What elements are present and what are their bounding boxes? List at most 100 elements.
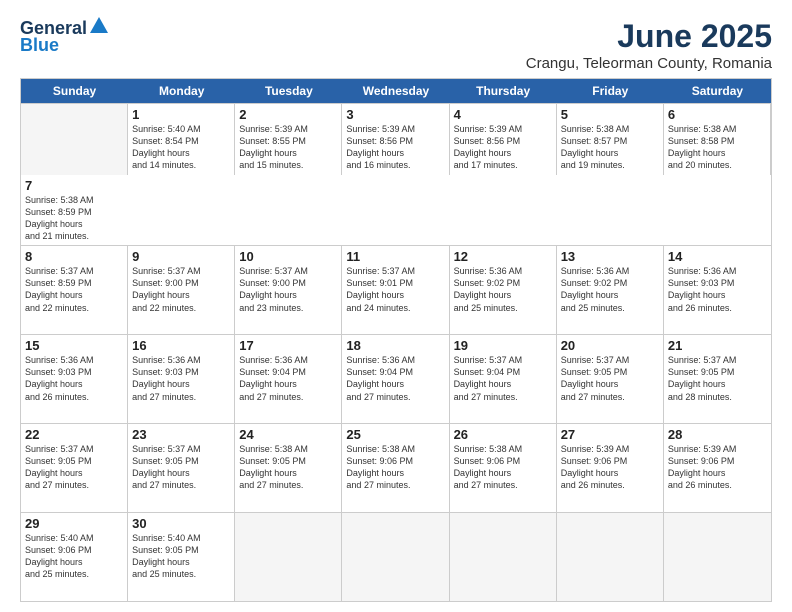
- day-number: 13: [561, 249, 659, 264]
- calendar-cell: 30 Sunrise: 5:40 AM Sunset: 9:05 PM Dayl…: [128, 513, 235, 601]
- calendar-cell: 21 Sunrise: 5:37 AM Sunset: 9:05 PM Dayl…: [664, 335, 771, 423]
- calendar-page: General Blue June 2025 Crangu, Teleorman…: [0, 0, 792, 612]
- calendar-cell: 11 Sunrise: 5:37 AM Sunset: 9:01 PM Dayl…: [342, 246, 449, 334]
- day-info: Sunrise: 5:40 AM Sunset: 8:54 PM Dayligh…: [132, 123, 230, 172]
- logo: General Blue: [20, 18, 110, 56]
- day-info: Sunrise: 5:37 AM Sunset: 9:01 PM Dayligh…: [346, 265, 444, 314]
- day-info: Sunrise: 5:39 AM Sunset: 9:06 PM Dayligh…: [668, 443, 767, 492]
- day-info: Sunrise: 5:40 AM Sunset: 9:06 PM Dayligh…: [25, 532, 123, 581]
- day-number: 22: [25, 427, 123, 442]
- col-monday: Monday: [128, 79, 235, 103]
- day-number: 1: [132, 107, 230, 122]
- day-number: 17: [239, 338, 337, 353]
- day-info: Sunrise: 5:38 AM Sunset: 9:05 PM Dayligh…: [239, 443, 337, 492]
- day-info: Sunrise: 5:36 AM Sunset: 9:02 PM Dayligh…: [561, 265, 659, 314]
- col-friday: Friday: [557, 79, 664, 103]
- day-number: 2: [239, 107, 337, 122]
- calendar-cell: [342, 513, 449, 601]
- calendar-cell: [450, 513, 557, 601]
- day-info: Sunrise: 5:38 AM Sunset: 8:58 PM Dayligh…: [668, 123, 766, 172]
- day-number: 14: [668, 249, 767, 264]
- day-number: 24: [239, 427, 337, 442]
- calendar-cell: 22 Sunrise: 5:37 AM Sunset: 9:05 PM Dayl…: [21, 424, 128, 512]
- day-info: Sunrise: 5:37 AM Sunset: 9:05 PM Dayligh…: [668, 354, 767, 403]
- calendar-row: 1 Sunrise: 5:40 AM Sunset: 8:54 PM Dayli…: [21, 103, 771, 245]
- day-info: Sunrise: 5:37 AM Sunset: 9:00 PM Dayligh…: [239, 265, 337, 314]
- calendar-cell: 27 Sunrise: 5:39 AM Sunset: 9:06 PM Dayl…: [557, 424, 664, 512]
- day-info: Sunrise: 5:40 AM Sunset: 9:05 PM Dayligh…: [132, 532, 230, 581]
- calendar-cell: [557, 513, 664, 601]
- day-number: 4: [454, 107, 552, 122]
- col-thursday: Thursday: [450, 79, 557, 103]
- calendar-cell: 18 Sunrise: 5:36 AM Sunset: 9:04 PM Dayl…: [342, 335, 449, 423]
- calendar-cell: 24 Sunrise: 5:38 AM Sunset: 9:05 PM Dayl…: [235, 424, 342, 512]
- day-info: Sunrise: 5:36 AM Sunset: 9:03 PM Dayligh…: [25, 354, 123, 403]
- logo-blue: Blue: [20, 35, 59, 56]
- day-number: 25: [346, 427, 444, 442]
- day-info: Sunrise: 5:36 AM Sunset: 9:04 PM Dayligh…: [239, 354, 337, 403]
- day-number: 27: [561, 427, 659, 442]
- day-info: Sunrise: 5:37 AM Sunset: 9:00 PM Dayligh…: [132, 265, 230, 314]
- logo-block: General Blue: [20, 18, 110, 56]
- day-info: Sunrise: 5:39 AM Sunset: 8:56 PM Dayligh…: [454, 123, 552, 172]
- logo-arrow-icon: [88, 15, 110, 37]
- day-number: 26: [454, 427, 552, 442]
- calendar-cell: 28 Sunrise: 5:39 AM Sunset: 9:06 PM Dayl…: [664, 424, 771, 512]
- col-saturday: Saturday: [664, 79, 771, 103]
- day-info: Sunrise: 5:37 AM Sunset: 9:05 PM Dayligh…: [561, 354, 659, 403]
- calendar-cell: [235, 513, 342, 601]
- day-number: 5: [561, 107, 659, 122]
- calendar-cell: 10 Sunrise: 5:37 AM Sunset: 9:00 PM Dayl…: [235, 246, 342, 334]
- calendar-cell: 20 Sunrise: 5:37 AM Sunset: 9:05 PM Dayl…: [557, 335, 664, 423]
- calendar-cell: [21, 104, 128, 175]
- day-info: Sunrise: 5:36 AM Sunset: 9:03 PM Dayligh…: [132, 354, 230, 403]
- calendar: Sunday Monday Tuesday Wednesday Thursday…: [20, 78, 772, 602]
- day-number: 28: [668, 427, 767, 442]
- col-tuesday: Tuesday: [235, 79, 342, 103]
- day-info: Sunrise: 5:38 AM Sunset: 8:59 PM Dayligh…: [25, 194, 124, 243]
- day-info: Sunrise: 5:37 AM Sunset: 8:59 PM Dayligh…: [25, 265, 123, 314]
- calendar-cell: 1 Sunrise: 5:40 AM Sunset: 8:54 PM Dayli…: [128, 104, 235, 175]
- page-title: June 2025: [526, 18, 772, 55]
- day-number: 15: [25, 338, 123, 353]
- calendar-cell: 19 Sunrise: 5:37 AM Sunset: 9:04 PM Dayl…: [450, 335, 557, 423]
- calendar-cell: 2 Sunrise: 5:39 AM Sunset: 8:55 PM Dayli…: [235, 104, 342, 175]
- day-number: 10: [239, 249, 337, 264]
- col-sunday: Sunday: [21, 79, 128, 103]
- day-number: 29: [25, 516, 123, 531]
- calendar-cell: 5 Sunrise: 5:38 AM Sunset: 8:57 PM Dayli…: [557, 104, 664, 175]
- page-header: General Blue June 2025 Crangu, Teleorman…: [20, 18, 772, 72]
- calendar-cell: 12 Sunrise: 5:36 AM Sunset: 9:02 PM Dayl…: [450, 246, 557, 334]
- calendar-cell: 8 Sunrise: 5:37 AM Sunset: 8:59 PM Dayli…: [21, 246, 128, 334]
- day-info: Sunrise: 5:39 AM Sunset: 8:56 PM Dayligh…: [346, 123, 444, 172]
- calendar-cell: 17 Sunrise: 5:36 AM Sunset: 9:04 PM Dayl…: [235, 335, 342, 423]
- day-info: Sunrise: 5:37 AM Sunset: 9:05 PM Dayligh…: [132, 443, 230, 492]
- day-info: Sunrise: 5:36 AM Sunset: 9:02 PM Dayligh…: [454, 265, 552, 314]
- page-subtitle: Crangu, Teleorman County, Romania: [526, 55, 772, 72]
- calendar-cell: 3 Sunrise: 5:39 AM Sunset: 8:56 PM Dayli…: [342, 104, 449, 175]
- day-info: Sunrise: 5:38 AM Sunset: 9:06 PM Dayligh…: [454, 443, 552, 492]
- calendar-cell: 15 Sunrise: 5:36 AM Sunset: 9:03 PM Dayl…: [21, 335, 128, 423]
- day-number: 30: [132, 516, 230, 531]
- col-wednesday: Wednesday: [342, 79, 449, 103]
- day-info: Sunrise: 5:36 AM Sunset: 9:04 PM Dayligh…: [346, 354, 444, 403]
- day-number: 12: [454, 249, 552, 264]
- day-info: Sunrise: 5:37 AM Sunset: 9:04 PM Dayligh…: [454, 354, 552, 403]
- calendar-cell: 16 Sunrise: 5:36 AM Sunset: 9:03 PM Dayl…: [128, 335, 235, 423]
- day-number: 7: [25, 178, 124, 193]
- day-number: 20: [561, 338, 659, 353]
- calendar-cell: 25 Sunrise: 5:38 AM Sunset: 9:06 PM Dayl…: [342, 424, 449, 512]
- calendar-header: Sunday Monday Tuesday Wednesday Thursday…: [21, 79, 771, 103]
- calendar-body: 1 Sunrise: 5:40 AM Sunset: 8:54 PM Dayli…: [21, 103, 771, 601]
- day-info: Sunrise: 5:39 AM Sunset: 9:06 PM Dayligh…: [561, 443, 659, 492]
- day-number: 3: [346, 107, 444, 122]
- calendar-cell: [664, 513, 771, 601]
- calendar-cell: 29 Sunrise: 5:40 AM Sunset: 9:06 PM Dayl…: [21, 513, 128, 601]
- day-info: Sunrise: 5:38 AM Sunset: 9:06 PM Dayligh…: [346, 443, 444, 492]
- calendar-row: 8 Sunrise: 5:37 AM Sunset: 8:59 PM Dayli…: [21, 245, 771, 334]
- calendar-cell: 9 Sunrise: 5:37 AM Sunset: 9:00 PM Dayli…: [128, 246, 235, 334]
- day-number: 21: [668, 338, 767, 353]
- day-number: 11: [346, 249, 444, 264]
- day-number: 9: [132, 249, 230, 264]
- calendar-cell: 23 Sunrise: 5:37 AM Sunset: 9:05 PM Dayl…: [128, 424, 235, 512]
